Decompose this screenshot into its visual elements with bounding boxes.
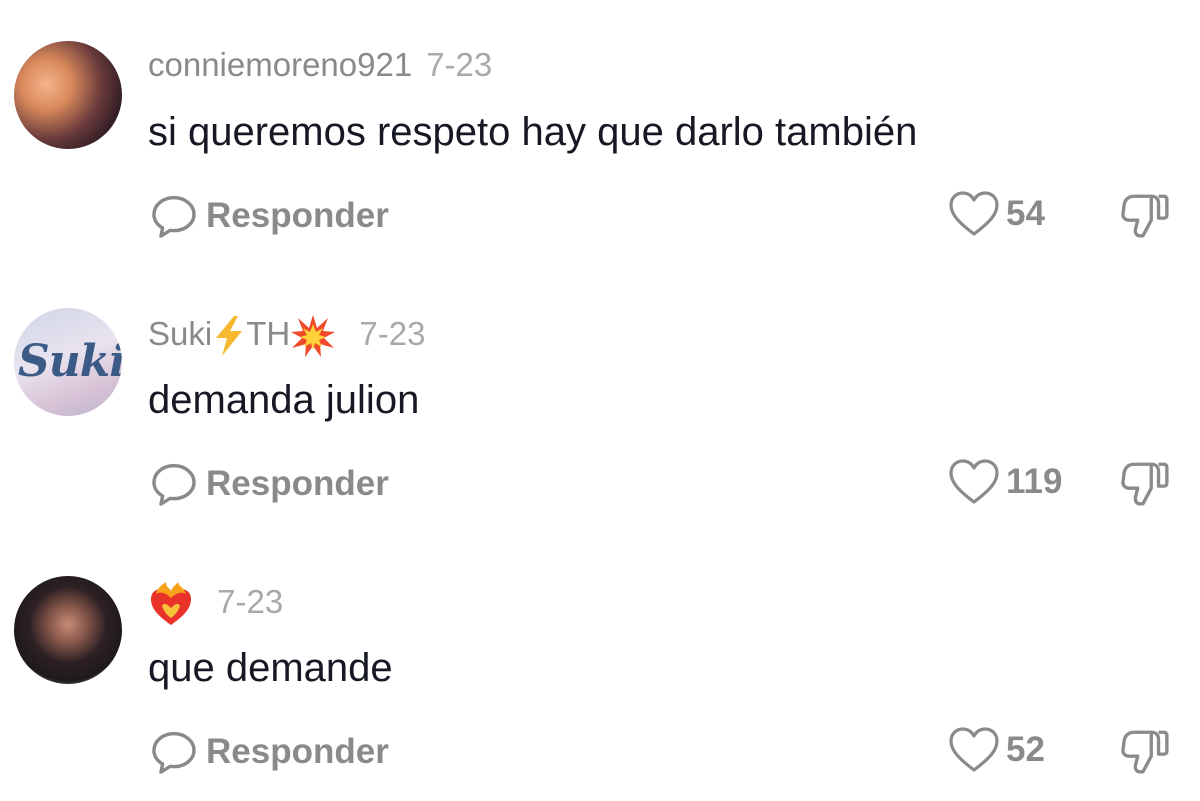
reply-button[interactable]: Responder (148, 458, 389, 510)
comment-item: 7-23 que demande Responder 52 (0, 536, 1200, 801)
comment-text: si queremos respeto hay que darlo tambié… (148, 110, 918, 154)
heart-outline-icon (949, 191, 999, 236)
like-count: 119 (1006, 462, 1063, 501)
avatar[interactable]: Suki (14, 308, 122, 416)
comment-meta: conniemoreno921 7-23 (148, 46, 492, 84)
avatar[interactable] (14, 576, 122, 684)
comment-date: 7-23 (426, 46, 493, 83)
thumbs-down-icon (1121, 730, 1169, 774)
dislike-button[interactable] (1120, 726, 1170, 781)
comment-text: que demande (148, 646, 393, 690)
avatar[interactable] (14, 41, 122, 149)
like-count: 54 (1006, 194, 1045, 233)
avatar-text: Suki (18, 336, 122, 387)
username-suffix: TH (246, 314, 291, 352)
like-count: 52 (1006, 730, 1045, 769)
collision-emoji-icon (291, 315, 336, 357)
reply-label: Responder (206, 196, 389, 235)
username[interactable] (148, 582, 203, 625)
comment-meta: 7-23 (148, 582, 283, 626)
thumbs-down-icon (1121, 194, 1169, 238)
username[interactable]: Suki TH (148, 314, 345, 357)
reply-button[interactable]: Responder (148, 190, 389, 242)
speech-bubble-icon (152, 195, 196, 238)
dislike-button[interactable] (1120, 190, 1170, 245)
username[interactable]: conniemoreno921 (148, 46, 412, 83)
heart-outline-icon (949, 727, 999, 772)
comment-date: 7-23 (359, 314, 426, 352)
heart-outline-icon (949, 459, 999, 504)
dislike-button[interactable] (1120, 458, 1170, 513)
speech-bubble-icon (152, 731, 196, 774)
reply-button[interactable]: Responder (148, 726, 389, 778)
like-button[interactable]: 52 (948, 726, 1045, 774)
username-text: Suki (148, 314, 213, 352)
heart-on-fire-emoji-icon (151, 582, 191, 625)
comment-text: demanda julion (148, 378, 420, 422)
comment-meta: Suki TH 7-23 (148, 314, 425, 358)
lightning-emoji-icon (216, 316, 243, 356)
comment-date: 7-23 (217, 582, 284, 620)
like-button[interactable]: 119 (948, 458, 1062, 506)
reply-label: Responder (206, 732, 389, 771)
speech-bubble-icon (152, 463, 196, 506)
comment-item: Suki Suki TH 7-23 demanda julion Responde… (0, 268, 1200, 533)
comment-item: conniemoreno921 7-23 si queremos respeto … (0, 0, 1200, 265)
thumbs-down-icon (1121, 462, 1169, 506)
like-button[interactable]: 54 (948, 190, 1045, 238)
reply-label: Responder (206, 464, 389, 503)
